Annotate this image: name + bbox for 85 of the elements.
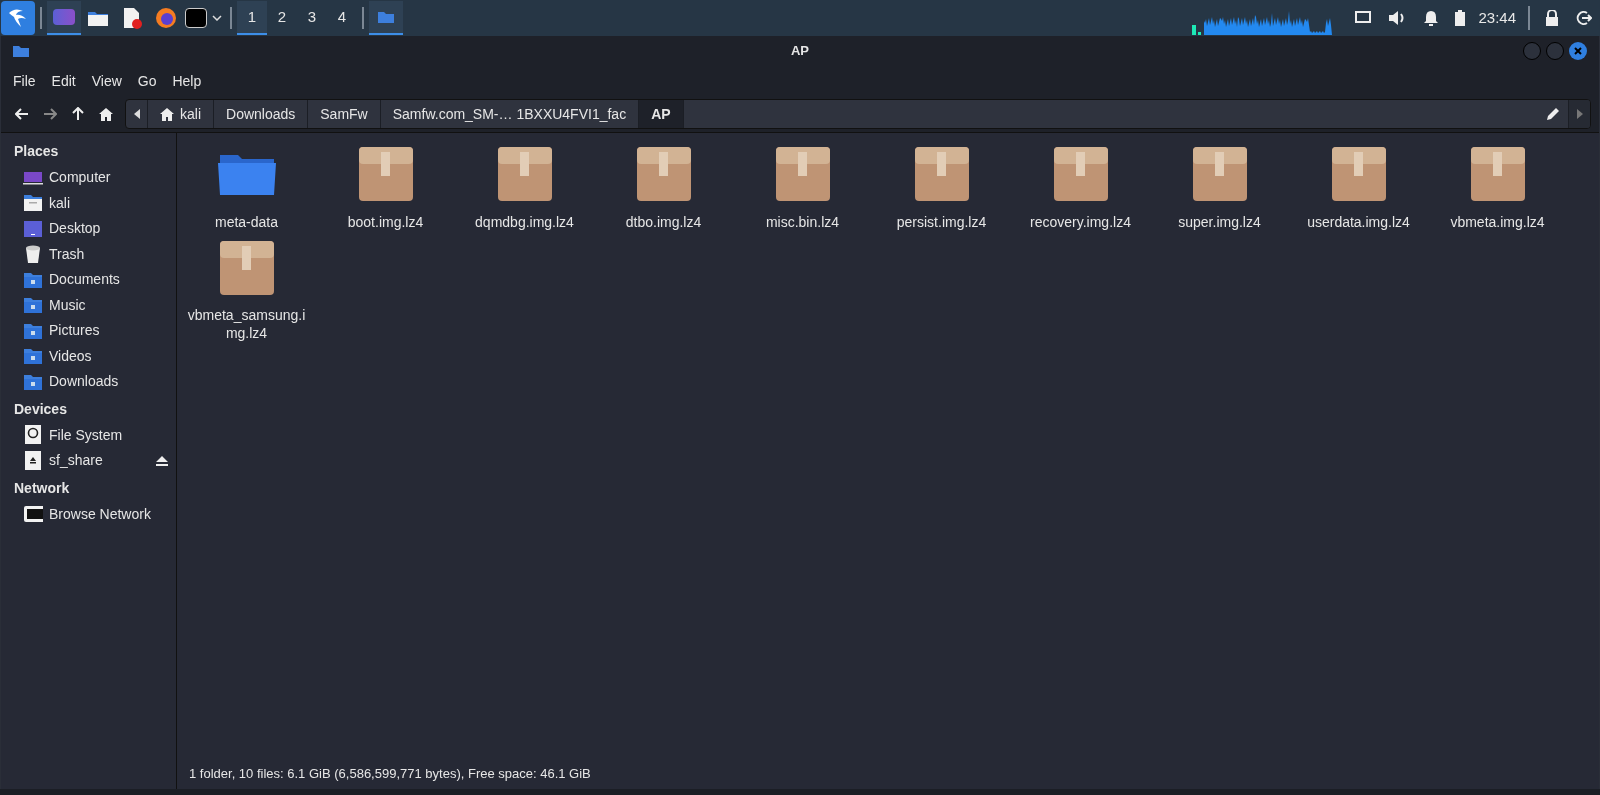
file-name[interactable]: dtbo.img.lz4 [600, 213, 727, 231]
caret-left-icon [133, 109, 140, 119]
drive-icon [23, 450, 43, 471]
trash-icon [23, 244, 43, 265]
file-name[interactable]: vbmeta.img.lz4 [1434, 213, 1561, 231]
package-box-icon [1052, 145, 1109, 203]
sidebar-item[interactable]: Desktop [1, 216, 176, 242]
file-name[interactable]: userdata.img.lz4 [1295, 213, 1422, 231]
sidebar-item[interactable]: Downloads [1, 369, 176, 395]
sidebar-item[interactable]: kali [1, 190, 176, 216]
status-bar-text: 1 folder, 10 files: 6.1 GiB (6,586,599,771 bytes), Free space: 46.1 GiB [189, 765, 591, 784]
sidebar-heading: Places [13, 142, 60, 161]
breadcrumb-button[interactable]: SamFw [308, 100, 381, 128]
desktop-icon [23, 219, 43, 238]
close-icon [1574, 47, 1582, 55]
window-title: AP [790, 42, 810, 61]
sidebar-item-label: Music [49, 295, 87, 315]
package-box-icon [913, 145, 970, 203]
close-button[interactable] [1569, 42, 1587, 60]
sidebar-item[interactable]: Trash [1, 241, 176, 267]
sidebar-heading: Network [13, 478, 71, 498]
sidebar-item-label: Videos [49, 346, 93, 366]
workspace-button[interactable]: 3 [297, 1, 327, 35]
sidebar-item[interactable]: Music [1, 292, 176, 318]
package-box-icon [635, 145, 692, 203]
package-box-icon [357, 145, 414, 203]
caret-right-icon [1576, 109, 1583, 119]
network-icon [23, 505, 43, 524]
workspace-button[interactable]: 2 [267, 1, 297, 35]
sidebar-item-label: File System [49, 425, 124, 445]
file-name[interactable]: dqmdbg.img.lz4 [461, 213, 588, 231]
file-name[interactable]: boot.img.lz4 [322, 213, 449, 231]
home-folder-icon [23, 194, 43, 213]
app-menu-icon[interactable] [1, 1, 35, 35]
folder-icon [23, 270, 43, 289]
workspace-button[interactable]: 1 [237, 1, 267, 35]
workspace-button[interactable]: 4 [327, 1, 357, 35]
sidebar-item[interactable]: Videos [1, 343, 176, 369]
sidebar-item-label: Computer [49, 168, 112, 188]
sidebar-item-label: Downloads [49, 372, 120, 392]
sidebar-item[interactable]: Pictures [1, 318, 176, 344]
sidebar-item[interactable]: Documents [1, 267, 176, 293]
folder-icon [23, 372, 43, 391]
menu-item[interactable]: Edit [43, 66, 84, 96]
sidebar-item[interactable]: sf_share [1, 448, 176, 474]
home-icon [160, 107, 174, 121]
menu-item[interactable]: Help [164, 66, 210, 96]
file-name[interactable]: vbmeta_samsung.img.lz4 [183, 306, 310, 342]
sidebar-item-label: Trash [49, 244, 86, 264]
sidebar-item[interactable]: Computer [1, 165, 176, 191]
package-box-icon [218, 240, 275, 296]
sidebar-item-label: Browse Network [49, 504, 152, 524]
package-box-icon [1330, 145, 1387, 203]
file-name[interactable]: recovery.img.lz4 [1017, 213, 1144, 231]
sidebar-item-label: Pictures [49, 321, 101, 341]
file-name[interactable]: super.img.lz4 [1156, 213, 1283, 231]
folder-icon [23, 296, 43, 315]
file-name[interactable]: persist.img.lz4 [878, 213, 1005, 231]
breadcrumb-button[interactable]: kali [148, 100, 214, 128]
menu-item[interactable]: View [83, 66, 130, 96]
package-box-icon [774, 145, 831, 203]
sidebar-item-label: sf_share [49, 451, 104, 471]
file-name[interactable]: misc.bin.lz4 [739, 213, 866, 231]
sidebar-item-label: Documents [49, 270, 121, 290]
menu-item[interactable]: Go [129, 66, 165, 96]
breadcrumb-button[interactable]: Downloads [214, 100, 309, 128]
folder-icon [23, 321, 43, 340]
sidebar-heading: Devices [13, 399, 68, 419]
sidebar-item[interactable]: File System [1, 422, 176, 448]
clock[interactable]: 23:44 [1472, 6, 1522, 30]
folder-icon [23, 347, 43, 366]
laptop-icon [23, 169, 43, 186]
package-box-icon [496, 145, 553, 203]
file-name[interactable]: meta-data [183, 213, 310, 231]
sidebar-item-label: Desktop [49, 219, 102, 239]
package-box-icon [1191, 145, 1248, 203]
menu-item[interactable]: File [5, 66, 44, 96]
sidebar-item[interactable]: Browse Network [1, 501, 176, 527]
folder-icon [13, 45, 29, 57]
eject-icon[interactable] [156, 455, 168, 466]
breadcrumb-button[interactable]: AP [639, 100, 684, 128]
sidebar-item-label: kali [49, 193, 71, 213]
drive-icon [23, 425, 43, 446]
scroll-right-button[interactable] [1568, 100, 1590, 128]
package-box-icon [1469, 145, 1526, 203]
